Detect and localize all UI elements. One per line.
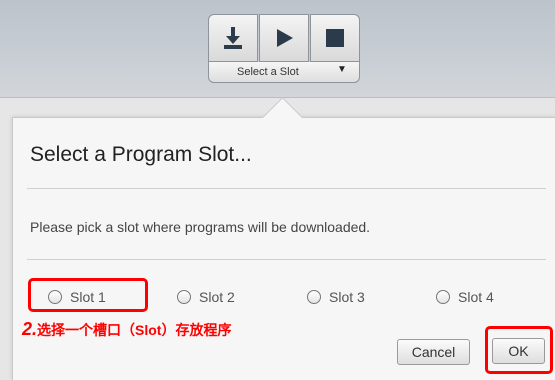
radio-circle [177, 290, 191, 304]
dialog-title: Select a Program Slot... [30, 143, 252, 166]
slot-selector-label: Select a Slot [237, 66, 299, 78]
download-icon [224, 27, 242, 49]
toolbar: Select a Slot ▼ [0, 0, 555, 98]
slot-2-label: Slot 2 [199, 289, 235, 305]
stop-button[interactable] [310, 14, 360, 62]
annotation-note: 2.选择一个槽口（Slot）存放程序 [22, 319, 231, 340]
slot-3-label: Slot 3 [329, 289, 365, 305]
slot-selector[interactable]: Select a Slot ▼ [208, 62, 360, 83]
slot-4-radio[interactable]: Slot 4 [436, 289, 494, 305]
run-button[interactable] [259, 14, 309, 62]
radio-circle [436, 290, 450, 304]
download-button[interactable] [208, 14, 258, 62]
divider [27, 259, 546, 260]
slot-4-label: Slot 4 [458, 289, 494, 305]
slot-2-radio[interactable]: Slot 2 [177, 289, 235, 305]
play-icon [277, 29, 293, 47]
annotation-text: 选择一个槽口（Slot）存放程序 [37, 322, 232, 338]
dialog-message: Please pick a slot where programs will b… [30, 219, 371, 235]
divider [27, 188, 546, 189]
slot-1-highlight [28, 278, 148, 312]
program-toolbar-group: Select a Slot ▼ [202, 14, 370, 86]
chevron-down-icon: ▼ [337, 64, 347, 75]
ok-button-highlight [485, 326, 553, 374]
cancel-button[interactable]: Cancel [397, 339, 470, 365]
stop-icon [326, 29, 344, 47]
radio-circle [307, 290, 321, 304]
slot-3-radio[interactable]: Slot 3 [307, 289, 365, 305]
annotation-step: 2. [22, 319, 38, 339]
